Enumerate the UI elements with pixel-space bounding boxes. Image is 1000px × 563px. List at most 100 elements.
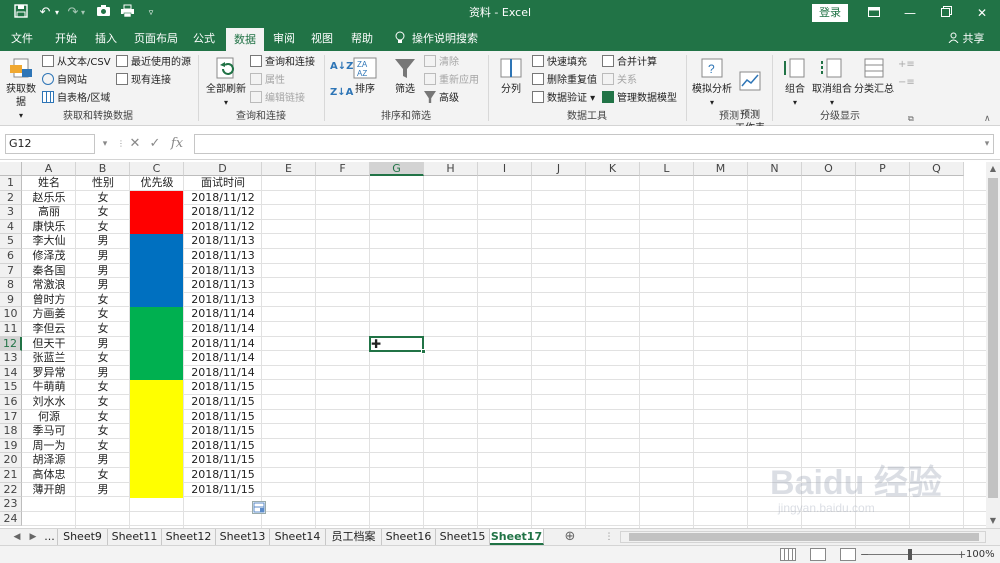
select-all-corner[interactable] — [0, 162, 22, 176]
gender-cell[interactable]: 男 — [76, 453, 130, 468]
fill-handle[interactable] — [421, 349, 426, 355]
from-text-csv-button[interactable]: 从文本/CSV — [42, 55, 111, 71]
sort-asc-icon[interactable]: A↓Z — [330, 59, 353, 75]
more-sheets-button[interactable]: ... — [42, 529, 58, 545]
interview-date-cell[interactable]: 2018/11/13 — [184, 234, 262, 249]
zoom-in-icon[interactable]: + — [957, 546, 966, 563]
column-header-a[interactable]: A — [22, 162, 76, 176]
login-button[interactable]: 登录 — [812, 4, 848, 22]
consolidate-button[interactable]: 合并计算 — [602, 55, 657, 71]
row-header-21[interactable]: 21 — [0, 468, 22, 483]
row-header-6[interactable]: 6 — [0, 249, 22, 264]
interview-date-cell[interactable]: 2018/11/13 — [184, 264, 262, 279]
hide-detail-icon[interactable]: −≡ — [898, 75, 915, 91]
row-header-15[interactable]: 15 — [0, 380, 22, 395]
edit-links-button[interactable]: 编辑链接 — [250, 91, 305, 107]
gender-cell[interactable]: 男 — [76, 278, 130, 293]
zoom-slider-thumb[interactable] — [908, 549, 912, 560]
row-header-23[interactable]: 23 — [0, 497, 22, 512]
row-header-9[interactable]: 9 — [0, 292, 22, 308]
gender-cell[interactable]: 女 — [76, 380, 130, 395]
tab-file[interactable]: 文件 — [4, 26, 40, 51]
name-cell[interactable]: 高体忠 — [22, 468, 76, 483]
sheet-tab[interactable]: Sheet14 — [270, 529, 326, 545]
gender-cell[interactable]: 女 — [76, 395, 130, 410]
next-sheet-icon[interactable]: ▶ — [26, 529, 40, 545]
name-box[interactable]: G12 — [5, 134, 95, 154]
priority-cell[interactable] — [130, 365, 183, 381]
data-model-button[interactable]: 管理数据模型 — [602, 91, 677, 107]
subtotal-button[interactable]: 分类汇总 — [854, 55, 894, 96]
priority-cell[interactable] — [130, 424, 183, 440]
tab-review[interactable]: 审阅 — [266, 26, 302, 51]
tell-me-search[interactable]: 操作说明搜索 — [412, 26, 478, 51]
column-header-o[interactable]: O — [802, 162, 856, 176]
what-if-button[interactable]: ? 模拟分析 ▾ — [692, 55, 732, 109]
priority-cell[interactable] — [130, 249, 183, 265]
interview-date-cell[interactable]: 2018/11/15 — [184, 395, 262, 410]
priority-cell[interactable] — [130, 292, 183, 308]
collapse-ribbon-icon[interactable]: ∧ — [984, 111, 991, 127]
reapply-button[interactable]: 重新应用 — [424, 73, 479, 89]
sort-button[interactable]: ZA AZ 排序 — [352, 55, 378, 96]
gender-cell[interactable]: 男 — [76, 249, 130, 264]
priority-cell[interactable] — [130, 278, 183, 294]
gender-cell[interactable]: 女 — [76, 293, 130, 308]
row-header-8[interactable]: 8 — [0, 278, 22, 293]
name-cell[interactable]: 李大仙 — [22, 234, 76, 249]
interview-date-cell[interactable]: 2018/11/13 — [184, 278, 262, 293]
name-cell[interactable]: 高丽 — [22, 205, 76, 220]
name-cell[interactable]: 张蓝兰 — [22, 351, 76, 366]
normal-view-icon[interactable] — [780, 548, 796, 561]
sheet-tab[interactable]: Sheet17 — [490, 529, 544, 545]
zoom-slider[interactable] — [868, 554, 958, 555]
name-cell[interactable]: 牛萌萌 — [22, 380, 76, 395]
from-web-button[interactable]: 自网站 — [42, 73, 87, 89]
interview-date-cell[interactable]: 2018/11/13 — [184, 249, 262, 264]
relationships-button[interactable]: 关系 — [602, 73, 637, 89]
header-cell[interactable]: 优先级 — [130, 176, 184, 191]
row-header-12[interactable]: 12 — [0, 336, 22, 352]
sheet-tab[interactable]: Sheet13 — [216, 529, 270, 545]
interview-date-cell[interactable]: 2018/11/15 — [184, 453, 262, 468]
name-cell[interactable]: 康快乐 — [22, 220, 76, 235]
column-header-n[interactable]: N — [748, 162, 802, 176]
vertical-scroll-thumb[interactable] — [988, 178, 998, 498]
show-detail-icon[interactable]: +≡ — [898, 57, 915, 73]
name-cell[interactable]: 曾时方 — [22, 293, 76, 308]
page-layout-view-icon[interactable] — [810, 548, 826, 561]
interview-date-cell[interactable]: 2018/11/13 — [184, 293, 262, 308]
priority-cell[interactable] — [130, 468, 183, 484]
enter-icon[interactable]: ✓ — [146, 134, 164, 154]
priority-cell[interactable] — [130, 322, 183, 338]
row-header-7[interactable]: 7 — [0, 263, 22, 279]
gender-cell[interactable]: 女 — [76, 322, 130, 337]
tab-page-layout[interactable]: 页面布局 — [128, 26, 184, 51]
column-header-p[interactable]: P — [856, 162, 910, 176]
expand-formula-bar-icon[interactable]: ▾ — [978, 134, 996, 154]
gender-cell[interactable]: 男 — [76, 264, 130, 279]
sheet-tab[interactable]: Sheet12 — [162, 529, 216, 545]
advanced-filter-button[interactable]: 高级 — [424, 91, 459, 107]
priority-cell[interactable] — [130, 395, 183, 411]
text-to-columns-button[interactable]: 分列 — [496, 55, 526, 96]
queries-connections-button[interactable]: 查询和连接 — [250, 55, 315, 71]
print-icon[interactable] — [118, 4, 136, 22]
tab-splitter-icon[interactable]: ⋮ — [604, 529, 614, 545]
horizontal-scroll-thumb[interactable] — [629, 533, 979, 541]
interview-date-cell[interactable]: 2018/11/15 — [184, 439, 262, 454]
column-header-g[interactable]: G — [370, 162, 424, 176]
row-header-10[interactable]: 10 — [0, 307, 22, 322]
priority-cell[interactable] — [130, 453, 183, 469]
priority-cell[interactable] — [130, 351, 183, 367]
name-cell[interactable]: 胡泽源 — [22, 453, 76, 468]
add-sheet-icon[interactable]: ⊕ — [562, 529, 578, 545]
prev-sheet-icon[interactable]: ◀ — [10, 529, 24, 545]
row-header-4[interactable]: 4 — [0, 219, 22, 235]
close-icon[interactable]: ✕ — [964, 0, 1000, 26]
header-cell[interactable]: 面试时间 — [184, 176, 262, 191]
insert-function-button[interactable]: fx — [168, 134, 186, 154]
gender-cell[interactable]: 男 — [76, 234, 130, 249]
sheet-tab[interactable]: Sheet9 — [58, 529, 108, 545]
priority-cell[interactable] — [130, 190, 183, 206]
